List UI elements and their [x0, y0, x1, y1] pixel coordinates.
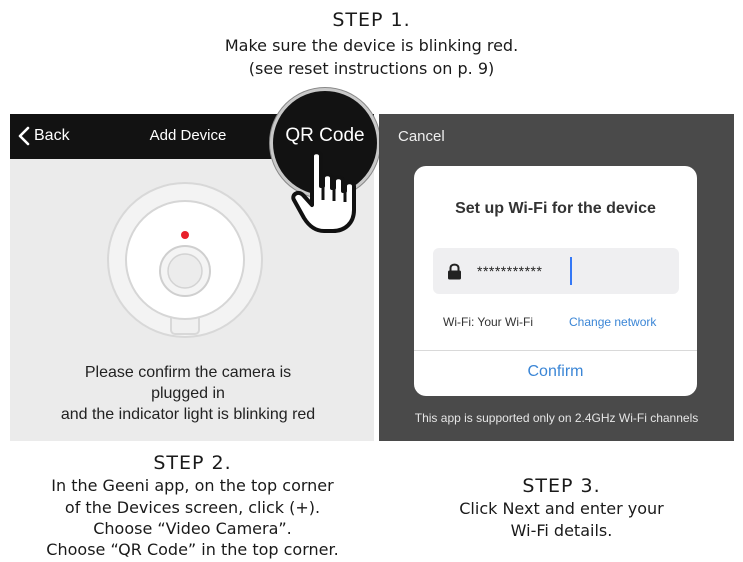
wifi-dialog: Set up Wi-Fi for the device *********** …	[414, 166, 697, 396]
dialog-title: Set up Wi-Fi for the device	[455, 200, 656, 217]
confirm-line: Please confirm the camera is	[84, 364, 292, 381]
wifi-setup-screen: Cancel Set up Wi-Fi for the device *****…	[379, 114, 734, 441]
step3-line: Wi-Fi details.	[510, 521, 613, 540]
camera-illustration	[107, 182, 263, 338]
step2-title: STEP 2.	[153, 452, 232, 474]
confirm-line: and the indicator light is blinking red	[60, 406, 316, 423]
camera-lens-inner	[167, 253, 203, 289]
divider	[414, 350, 697, 351]
confirm-line: plugged in	[151, 385, 225, 402]
password-input[interactable]: ***********	[433, 248, 679, 294]
step1-title: STEP 1.	[332, 9, 411, 31]
step1-instruction: Make sure the device is blinking red.	[224, 36, 519, 55]
confirm-message: Please confirm the camera is plugged in …	[10, 362, 366, 425]
step1-note: (see reset instructions on p. 9)	[248, 59, 495, 78]
step2-line: of the Devices screen, click (+).	[64, 498, 321, 517]
password-value: ***********	[477, 263, 543, 279]
indicator-light	[181, 231, 189, 239]
step2-line: Choose “QR Code” in the top corner.	[46, 540, 339, 559]
step2-line: Choose “Video Camera”.	[93, 519, 292, 538]
cancel-button[interactable]: Cancel	[398, 128, 445, 145]
text-cursor	[570, 257, 572, 285]
wifi-network-label: Wi-Fi: Your Wi-Fi	[443, 315, 533, 329]
qr-code-button[interactable]: QR Code	[280, 125, 370, 147]
step3-line: Click Next and enter your	[459, 499, 664, 518]
support-note: This app is supported only on 2.4GHz Wi-…	[414, 411, 699, 425]
step3-title: STEP 3.	[522, 475, 601, 497]
step2-line: In the Geeni app, on the top corner	[51, 476, 334, 495]
pointing-hand-icon	[291, 150, 356, 233]
change-network-link[interactable]: Change network	[569, 315, 656, 329]
lock-icon	[448, 263, 461, 280]
confirm-button[interactable]: Confirm	[414, 363, 697, 381]
